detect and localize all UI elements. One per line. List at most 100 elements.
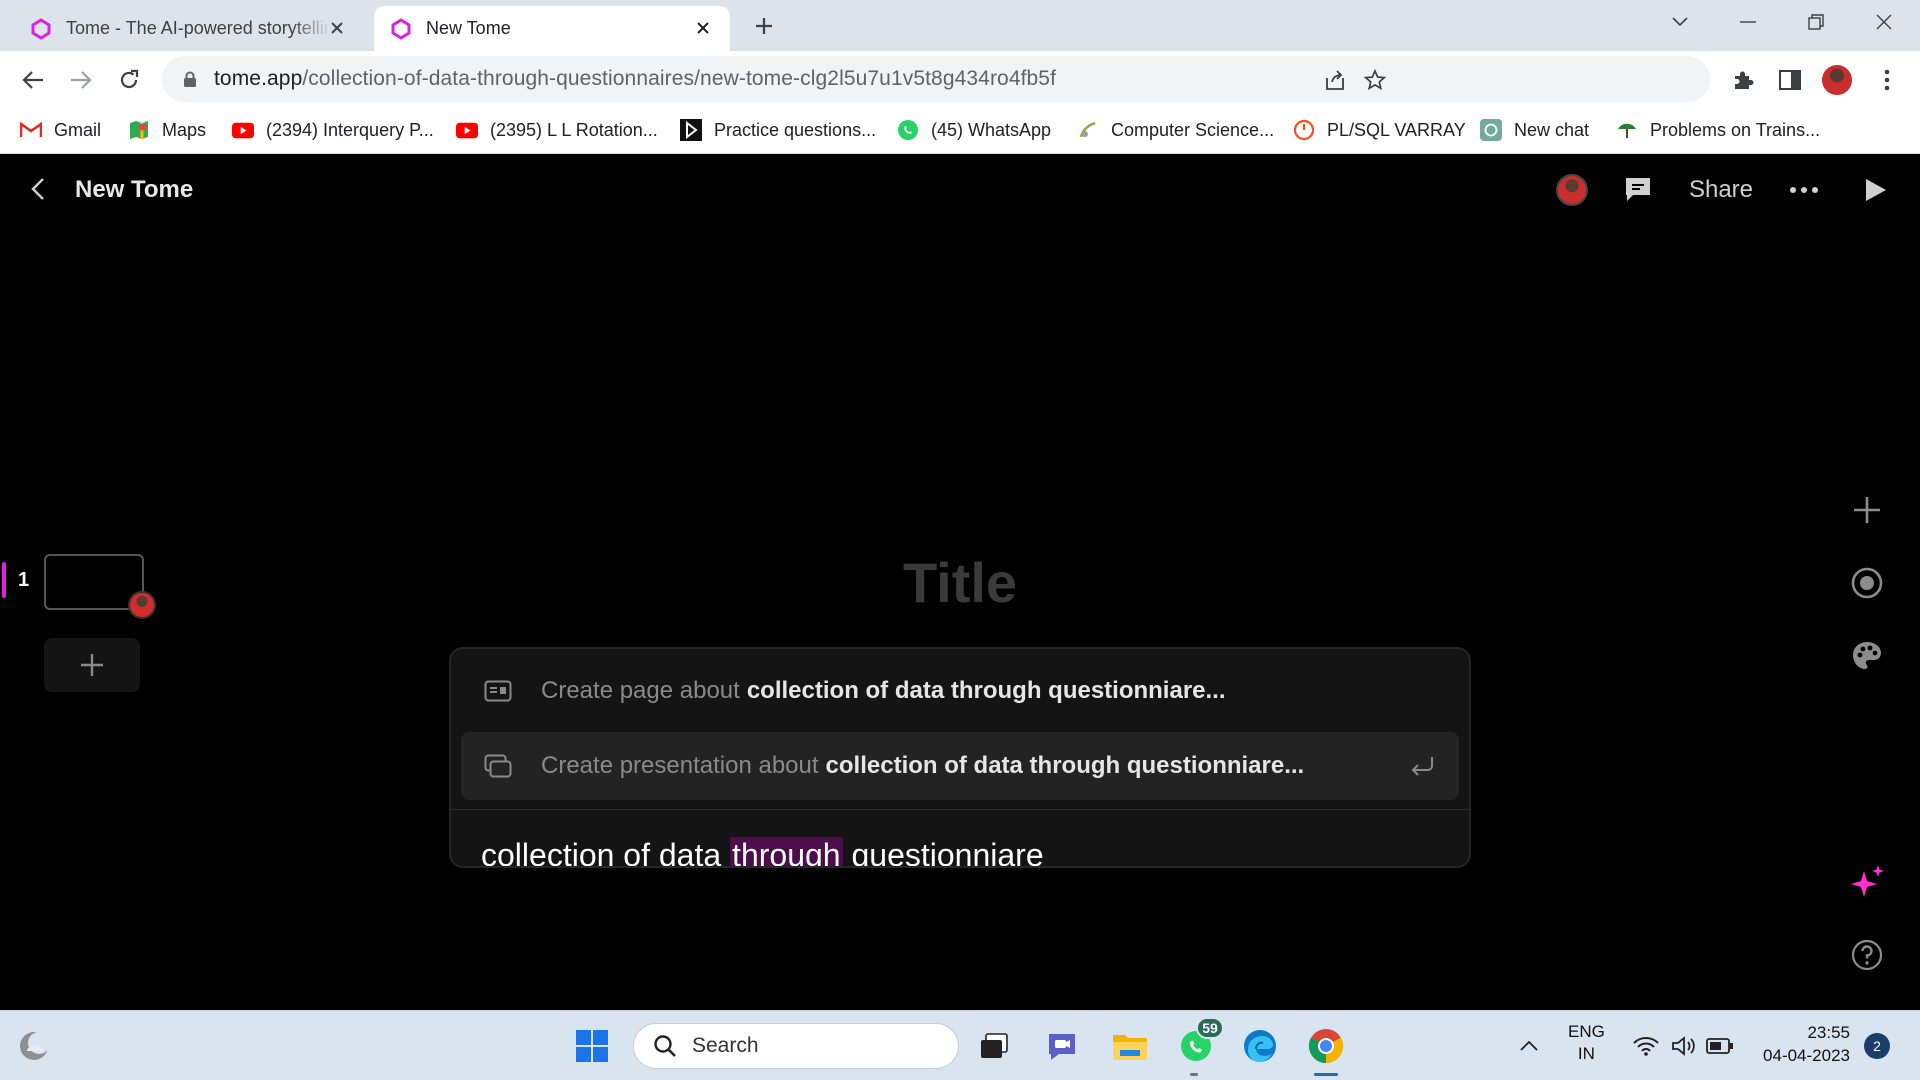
bookmark-star-icon[interactable] xyxy=(1362,67,1388,93)
comment-icon[interactable] xyxy=(1620,172,1656,208)
add-slide-button[interactable] xyxy=(44,638,140,692)
url-text: tome.app/collection-of-data-through-ques… xyxy=(214,67,1056,91)
extensions-puzzle-icon[interactable] xyxy=(1728,65,1758,95)
bookmark-gmail[interactable]: Gmail xyxy=(20,117,101,143)
bookmark-label: Problems on Trains... xyxy=(1650,119,1821,140)
tab-close-icon[interactable] xyxy=(324,15,350,41)
back-arrow-icon[interactable] xyxy=(16,63,50,97)
tab-search-chevron-icon[interactable] xyxy=(1652,6,1708,38)
tab-title: New Tome xyxy=(426,18,511,38)
chatgpt-icon xyxy=(1480,119,1502,141)
input-highlighted-word: through xyxy=(730,837,843,866)
battery-icon[interactable] xyxy=(1700,1024,1740,1068)
lang-line1: ENG xyxy=(1568,1022,1605,1041)
plus-icon xyxy=(81,654,103,676)
close-window-icon[interactable] xyxy=(1856,6,1912,38)
profile-avatar[interactable] xyxy=(1822,65,1852,95)
share-button[interactable]: Share xyxy=(1686,172,1756,208)
ai-sparkle-icon[interactable] xyxy=(1846,861,1888,903)
theme-palette-icon[interactable] xyxy=(1846,635,1888,677)
new-tab-plus-icon[interactable] xyxy=(748,10,780,42)
bookmark-practice[interactable]: Practice questions... xyxy=(680,117,876,143)
ai-prompt-panel: Create page about collection of data thro… xyxy=(449,647,1471,868)
tab-new-tome[interactable]: New Tome xyxy=(374,6,730,51)
tab-close-icon[interactable] xyxy=(690,15,716,41)
slide-title-placeholder[interactable]: Title xyxy=(0,550,1920,615)
volume-icon[interactable] xyxy=(1664,1024,1704,1068)
url-host: tome.app xyxy=(214,67,303,90)
more-options-icon[interactable] xyxy=(1784,172,1824,208)
side-panel-icon[interactable] xyxy=(1775,65,1805,95)
bookmark-youtube-1[interactable]: (2394) Interquery P... xyxy=(232,117,434,143)
bookmark-label: (2394) Interquery P... xyxy=(266,119,434,140)
edge-browser-icon[interactable] xyxy=(1238,1024,1282,1068)
forward-arrow-icon[interactable] xyxy=(64,63,98,97)
show-hidden-icons-chevron-icon[interactable] xyxy=(1510,1024,1548,1068)
wifi-icon[interactable] xyxy=(1626,1024,1666,1068)
bookmark-plsql[interactable]: PL/SQL VARRAY xyxy=(1293,117,1466,143)
back-chevron-icon[interactable] xyxy=(24,174,52,204)
lang-line2: IN xyxy=(1577,1044,1595,1063)
tome-favicon-icon xyxy=(391,17,411,40)
plsql-site-icon xyxy=(1293,119,1315,141)
task-view-icon[interactable] xyxy=(972,1024,1016,1068)
notification-count-badge[interactable]: 2 xyxy=(1864,1033,1890,1059)
bookmark-maps[interactable]: Maps xyxy=(128,117,206,143)
bookmark-whatsapp[interactable]: (45) WhatsApp xyxy=(897,117,1051,143)
share-page-icon[interactable] xyxy=(1322,67,1348,93)
bookmark-computer-science[interactable]: Computer Science... xyxy=(1077,117,1274,143)
bookmark-label: Practice questions... xyxy=(714,119,877,140)
bookmark-label: PL/SQL VARRAY xyxy=(1327,119,1466,140)
lock-icon[interactable] xyxy=(180,69,200,89)
record-icon[interactable] xyxy=(1846,562,1888,604)
whatsapp-icon xyxy=(897,119,919,141)
bookmark-new-chat[interactable]: New chat xyxy=(1480,117,1589,143)
document-title[interactable]: New Tome xyxy=(75,176,193,204)
bookmarks-bar: Gmail Maps (2394) Interquery P... (2395)… xyxy=(0,107,1920,154)
clock-time: 23:55 xyxy=(1807,1023,1850,1042)
bookmark-label: (2395) L L Rotation... xyxy=(490,119,658,140)
weather-widget-icon[interactable] xyxy=(12,1024,56,1068)
youtube-icon xyxy=(456,119,478,141)
restore-icon[interactable] xyxy=(1788,6,1844,38)
prompt-input[interactable]: collection of data through questionniare xyxy=(481,837,1044,868)
practice-icon xyxy=(680,119,702,141)
help-question-icon[interactable] xyxy=(1846,934,1888,976)
option-create-presentation[interactable]: Create presentation about collection of d… xyxy=(461,732,1459,800)
trains-site-icon xyxy=(1616,119,1638,141)
windows-start-icon[interactable] xyxy=(570,1024,614,1068)
bookmark-label: Maps xyxy=(162,119,207,140)
minimize-icon[interactable] xyxy=(1720,6,1776,38)
whatsapp-running-indicator xyxy=(1190,1073,1198,1076)
collaborator-avatar[interactable] xyxy=(1554,172,1590,208)
chrome-taskbar-icon[interactable] xyxy=(1304,1024,1348,1068)
bookmark-problems-on-trains[interactable]: Problems on Trains... xyxy=(1616,117,1820,143)
page-icon xyxy=(481,674,515,708)
file-explorer-icon[interactable] xyxy=(1108,1024,1152,1068)
prompt-divider xyxy=(451,809,1469,810)
address-bar[interactable]: tome.app/collection-of-data-through-ques… xyxy=(162,56,1710,102)
computer-science-icon xyxy=(1077,119,1099,141)
input-language-indicator[interactable]: ENG IN xyxy=(1568,1021,1605,1065)
presentation-icon xyxy=(481,749,515,783)
input-misspelled-word: questionniare xyxy=(851,837,1044,868)
bookmark-label: New chat xyxy=(1514,119,1590,140)
bookmark-label: (45) WhatsApp xyxy=(931,119,1052,140)
bookmark-youtube-2[interactable]: (2395) L L Rotation... xyxy=(456,117,658,143)
tab-tome-home[interactable]: Tome - The AI-powered storytelling xyxy=(14,6,364,51)
teams-chat-icon[interactable] xyxy=(1040,1024,1084,1068)
url-path: /collection-of-data-through-questionnair… xyxy=(302,67,1057,90)
option-prefix: Create page about xyxy=(541,677,740,704)
add-tile-plus-icon[interactable] xyxy=(1846,489,1888,531)
play-present-icon[interactable] xyxy=(1856,172,1896,208)
enter-return-icon xyxy=(1407,752,1439,780)
tab-title: Tome - The AI-powered storytelling xyxy=(66,18,331,38)
youtube-icon xyxy=(232,119,254,141)
option-prefix: Create presentation about xyxy=(541,752,819,779)
taskbar-search-box[interactable]: Search xyxy=(633,1023,959,1069)
system-clock[interactable]: 23:55 04-04-2023 xyxy=(1750,1021,1850,1067)
tome-favicon-icon xyxy=(31,17,51,40)
option-create-page[interactable]: Create page about collection of data thro… xyxy=(461,657,1459,725)
reload-icon[interactable] xyxy=(112,63,146,97)
chrome-menu-icon[interactable] xyxy=(1872,65,1902,95)
